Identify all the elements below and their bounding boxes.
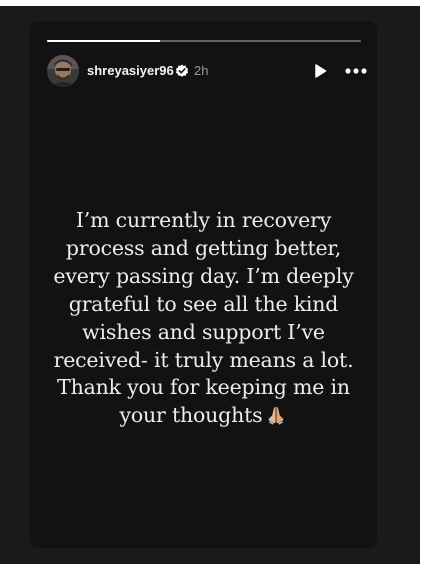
window-right-edge [420,0,427,564]
story-message: I’m currently in recovery process and ge… [45,207,362,430]
story-message-text: I’m currently in recovery process and ge… [53,208,354,428]
story-progress-bar [47,40,361,42]
more-options-icon[interactable] [344,63,368,79]
story-progress-fill [47,40,161,42]
folded-hands-icon [269,407,284,425]
verified-badge-icon [175,64,189,77]
story-username[interactable]: shreyasiyer96 [87,63,174,79]
story-time-ago: 2h [194,63,209,78]
story-card[interactable]: shreyasiyer96 2h I’m currently in recove… [30,21,377,548]
window-top-edge [0,0,427,6]
story-header: shreyasiyer96 2h [47,54,367,88]
avatar[interactable] [47,55,79,87]
profile-photo-icon [47,55,79,87]
play-icon[interactable] [312,63,328,79]
